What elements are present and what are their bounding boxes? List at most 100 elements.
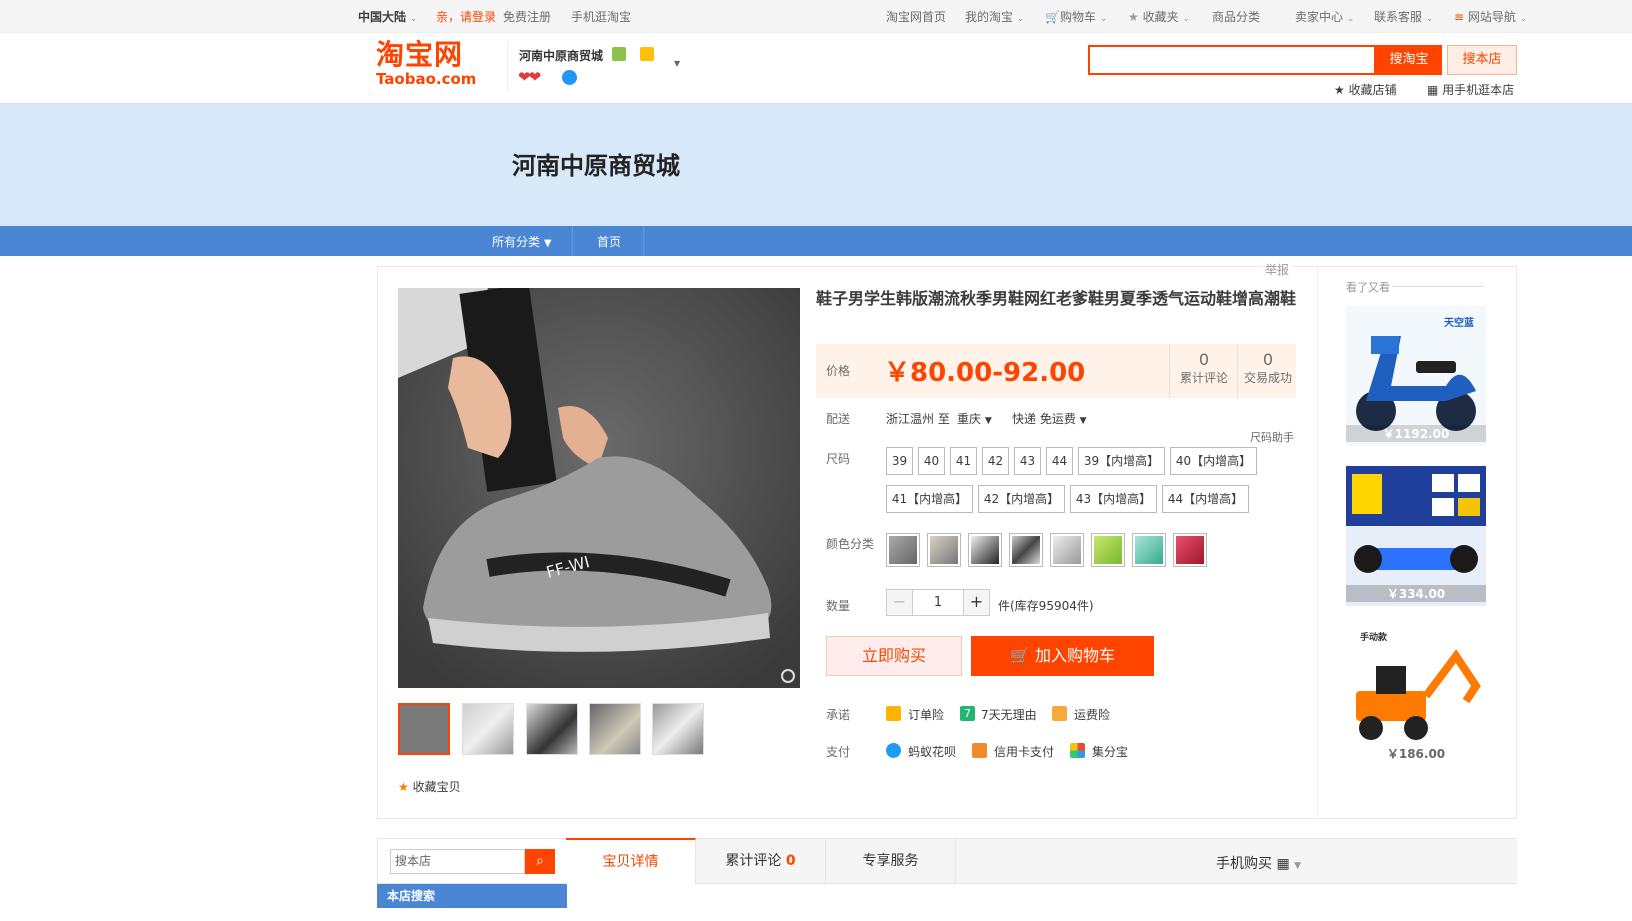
shop-search-input[interactable]: 搜本店: [390, 849, 525, 874]
recommended-price: ￥334.00: [1346, 585, 1486, 602]
recommended-item[interactable]: 手动款 ￥186.00: [1346, 626, 1486, 766]
search-input[interactable]: [1088, 45, 1376, 75]
qr-code-icon: ▦: [1427, 83, 1439, 97]
mobile-shop-link[interactable]: ▦ 用手机逛本店: [1427, 81, 1514, 98]
size-option[interactable]: 42【内增高】: [978, 485, 1065, 513]
price-box: 价格 ￥80.00-92.00 0 累计评论 0 交易成功: [816, 344, 1296, 398]
size-option[interactable]: 43: [1014, 447, 1041, 475]
size-option[interactable]: 39【内增高】: [1078, 447, 1165, 475]
color-swatch[interactable]: [1091, 533, 1125, 567]
customer-service-link[interactable]: 联系客服 ⌄: [1374, 8, 1433, 25]
shop-search-button[interactable]: ⌕: [525, 849, 555, 874]
seller-center-link[interactable]: 卖家中心 ⌄: [1295, 8, 1354, 25]
color-swatch[interactable]: [1009, 533, 1043, 567]
favorite-item-link[interactable]: ★ 收藏宝贝: [398, 778, 461, 795]
shop-header: 淘宝网 Taobao.com 河南中原商贸城 ▼ ❤❤ 搜淘宝 搜本店 ★ 收藏…: [0, 33, 1632, 104]
size-option[interactable]: 40【内增高】: [1170, 447, 1257, 475]
shop-name[interactable]: 河南中原商贸城: [519, 47, 603, 64]
mobile-taobao-link[interactable]: 手机逛淘宝: [571, 8, 631, 25]
size-option[interactable]: 41: [950, 447, 977, 475]
menu-icon: ≡: [1454, 10, 1465, 24]
thumbnail-2[interactable]: [462, 703, 514, 755]
recommended-item[interactable]: ￥334.00: [1346, 466, 1486, 606]
search-shop-button[interactable]: 搜本店: [1447, 45, 1517, 75]
register-link[interactable]: 免费注册: [503, 8, 551, 25]
ship-from: 浙江温州 至: [886, 412, 950, 426]
jifenbao-link[interactable]: 集分宝: [1092, 743, 1128, 760]
size-option[interactable]: 44: [1046, 447, 1073, 475]
verified-badge-icon: [612, 47, 626, 61]
jifenbao-icon: [1070, 743, 1085, 758]
report-link[interactable]: 举报: [1262, 261, 1293, 278]
favorite-shop-link[interactable]: ★ 收藏店铺: [1334, 81, 1397, 98]
review-count[interactable]: 0 累计评论: [1172, 350, 1236, 386]
color-swatch[interactable]: [1050, 533, 1084, 567]
shipping-label: 配送: [826, 412, 851, 426]
size-helper-link[interactable]: 尺码助手: [1250, 429, 1294, 445]
gold-badge-icon: [640, 47, 654, 61]
thumbnail-5[interactable]: [652, 703, 704, 755]
nav-home-link[interactable]: 首页: [597, 233, 621, 250]
size-option[interactable]: 42: [982, 447, 1009, 475]
product-title: 鞋子男学生韩版潮流秋季男鞋网红老爹鞋男夏季透气运动鞋增高潮鞋: [816, 289, 1297, 308]
ship-method-selector[interactable]: 快递 免运费 ▼: [1012, 410, 1087, 427]
quantity-input[interactable]: 1: [912, 589, 964, 616]
sidebar-title: 看了又看: [1346, 281, 1390, 294]
color-swatch[interactable]: [886, 533, 920, 567]
login-link[interactable]: 亲，请登录: [436, 8, 496, 25]
size-option[interactable]: 40: [918, 447, 945, 475]
seven-day-return-icon: 7: [960, 706, 975, 721]
promise-label: 承诺: [826, 708, 851, 722]
tab-service[interactable]: 专享服务: [826, 839, 956, 885]
favorites-link[interactable]: ★ 收藏夹 ⌄: [1128, 8, 1190, 25]
caret-down-icon: ▼: [1079, 416, 1087, 426]
color-swatch[interactable]: [927, 533, 961, 567]
main-product-image[interactable]: FF-WI: [398, 288, 800, 688]
region-selector[interactable]: 中国大陆 ⌄: [358, 8, 417, 25]
recommended-item[interactable]: 天空蓝 ￥1192.00: [1346, 306, 1486, 446]
order-insurance-icon: [886, 706, 901, 721]
order-insurance-link[interactable]: 订单险: [908, 706, 944, 723]
thumbnail-3[interactable]: [526, 703, 578, 755]
quantity-decrease-button[interactable]: −: [886, 589, 913, 616]
tab-detail[interactable]: 宝贝详情: [566, 838, 696, 884]
banner-title: 河南中原商贸城: [512, 152, 680, 180]
mobile-buy-link[interactable]: 手机购买 ▦ ▼: [1216, 853, 1301, 873]
huabei-link[interactable]: 蚂蚁花呗: [908, 743, 956, 760]
tab-reviews[interactable]: 累计评论 0: [696, 839, 826, 885]
recommended-price: ￥186.00: [1386, 747, 1446, 761]
ship-to-selector[interactable]: 重庆 ▼: [957, 410, 992, 427]
recommended-tag: 手动款: [1360, 633, 1388, 643]
credit-card-icon: [972, 743, 987, 758]
taobao-home-link[interactable]: 淘宝网首页: [886, 8, 946, 25]
size-option[interactable]: 44【内增高】: [1162, 485, 1249, 513]
caret-down-icon: ▼: [1294, 861, 1302, 871]
cart-link[interactable]: 🛒购物车 ⌄: [1045, 8, 1107, 25]
all-categories-menu[interactable]: 所有分类 ▼: [492, 233, 552, 250]
color-swatch[interactable]: [1132, 533, 1166, 567]
add-to-cart-button[interactable]: 🛒 加入购物车: [971, 636, 1154, 676]
recommended-price: ￥1192.00: [1346, 425, 1486, 442]
taobao-logo[interactable]: 淘宝网 Taobao.com: [376, 40, 488, 89]
cart-icon: 🛒: [1009, 646, 1030, 665]
shop-dropdown-icon[interactable]: ▼: [674, 59, 680, 68]
my-taobao-link[interactable]: 我的淘宝 ⌄: [965, 8, 1024, 25]
size-option[interactable]: 39: [886, 447, 913, 475]
shipping-insurance-link[interactable]: 运费险: [1074, 706, 1110, 723]
size-option[interactable]: 43【内增高】: [1070, 485, 1157, 513]
thumbnail-4[interactable]: [589, 703, 641, 755]
sales-count: 0 交易成功: [1243, 350, 1292, 385]
quantity-label: 数量: [826, 599, 851, 613]
color-swatch[interactable]: [968, 533, 1002, 567]
size-option[interactable]: 41【内增高】: [886, 485, 973, 513]
thumbnail-1[interactable]: [398, 703, 450, 755]
color-swatch[interactable]: [1173, 533, 1207, 567]
buy-now-button[interactable]: 立即购买: [826, 636, 962, 676]
top-bar: 中国大陆 ⌄ 亲，请登录 免费注册 手机逛淘宝 淘宝网首页 我的淘宝 ⌄ 🛒购物…: [0, 0, 1632, 33]
credit-card-link[interactable]: 信用卡支付: [994, 743, 1054, 760]
search-taobao-button[interactable]: 搜淘宝: [1376, 45, 1442, 75]
categories-link[interactable]: 商品分类: [1212, 8, 1260, 25]
seven-day-return-link[interactable]: 7天无理由: [981, 706, 1037, 723]
quantity-increase-button[interactable]: +: [963, 589, 990, 616]
site-nav-link[interactable]: ≡ 网站导航 ⌄: [1454, 8, 1527, 25]
